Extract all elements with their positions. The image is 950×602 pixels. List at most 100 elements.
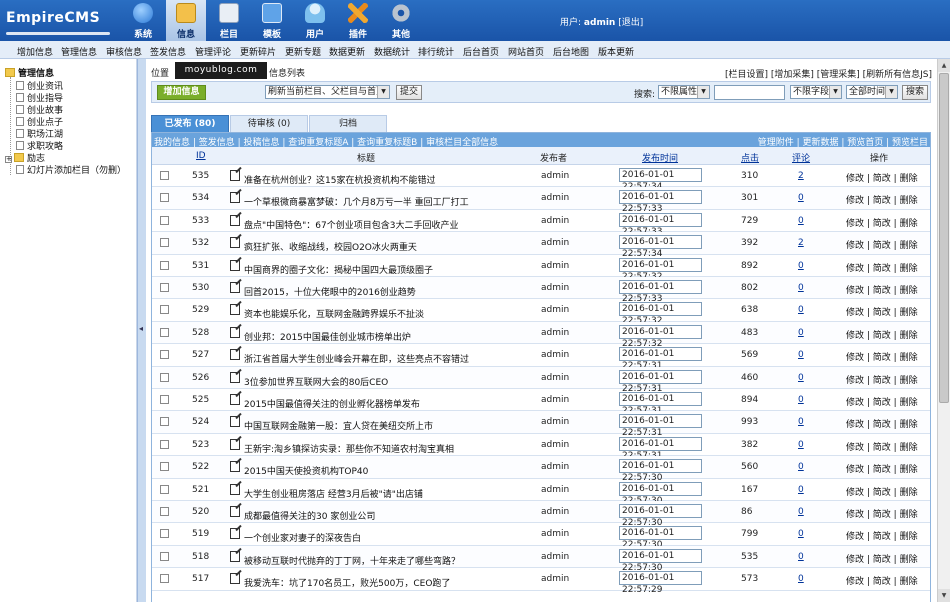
- row-quick-edit-link[interactable]: 简改: [873, 443, 891, 453]
- subnav-admin-map[interactable]: 后台地图: [553, 45, 589, 58]
- row-time-field[interactable]: 2016-01-01 22:57:32: [619, 302, 702, 326]
- submit-button[interactable]: 提交: [396, 85, 422, 100]
- row-title-link[interactable]: 盘点"中国特色"：67个创业项目包含3大二手回收产业: [244, 218, 458, 231]
- row-quick-edit-link[interactable]: 简改: [873, 219, 891, 229]
- search-input[interactable]: [714, 85, 785, 100]
- row-comments-link[interactable]: 0: [798, 395, 804, 405]
- tab-pending[interactable]: 待审核 (0): [230, 115, 308, 132]
- row-title-link[interactable]: 创业邦：2015中国最佳创业城市榜单出炉: [244, 330, 411, 343]
- row-title-link[interactable]: 被移动互联时代抛弃的丁丁网，十年来走了哪些弯路？: [244, 554, 460, 567]
- row-title-link[interactable]: 中国商界的圈子文化：揭秘中国四大最顶级圈子: [244, 263, 433, 276]
- logout-link[interactable]: [退出]: [618, 18, 643, 28]
- row-checkbox[interactable]: [160, 193, 169, 203]
- title-edit-icon[interactable]: [230, 550, 240, 562]
- row-time-field[interactable]: 2016-01-01 22:57:30: [619, 459, 702, 483]
- row-title-link[interactable]: 一个草根微商暴富梦破：几个月8万亏一半 重回工厂打工: [244, 195, 469, 208]
- row-delete-link[interactable]: 删除: [900, 331, 918, 341]
- row-comments-link[interactable]: 0: [798, 328, 804, 338]
- scroll-down-icon[interactable]: ▼: [938, 589, 950, 602]
- row-edit-link[interactable]: 修改: [846, 376, 864, 386]
- title-edit-icon[interactable]: [230, 506, 240, 517]
- row-checkbox[interactable]: [160, 305, 169, 315]
- row-delete-link[interactable]: 删除: [900, 308, 918, 318]
- subnav-rank-stats[interactable]: 排行统计: [418, 45, 454, 58]
- row-checkbox[interactable]: [160, 350, 169, 360]
- row-checkbox[interactable]: [160, 574, 169, 584]
- title-edit-icon[interactable]: [230, 170, 240, 181]
- row-checkbox[interactable]: [160, 417, 169, 427]
- row-quick-edit-link[interactable]: 简改: [873, 353, 891, 363]
- title-edit-icon[interactable]: [230, 371, 240, 383]
- row-title-link[interactable]: 3位参加世界互联网大会的80后CEO: [244, 375, 388, 388]
- title-edit-icon[interactable]: [230, 237, 240, 249]
- row-comments-link[interactable]: 0: [798, 373, 804, 383]
- row-edit-link[interactable]: 修改: [846, 219, 864, 229]
- row-edit-link[interactable]: 修改: [846, 308, 864, 318]
- subnav-sign-info[interactable]: 签发信息: [150, 45, 186, 58]
- row-title-link[interactable]: 2015中国最值得关注的创业孵化器榜单发布: [244, 397, 420, 410]
- tree-root[interactable]: 管理信息: [5, 66, 54, 79]
- row-title-link[interactable]: 王新宇:淘乡镇探访实录：那些你不知道农村淘宝真相: [244, 442, 454, 455]
- row-time-field[interactable]: 2016-01-01 22:57:33: [619, 190, 702, 214]
- row-time-field[interactable]: 2016-01-01 22:57:32: [619, 324, 702, 349]
- row-edit-link[interactable]: 修改: [846, 331, 864, 341]
- row-comments-link[interactable]: 0: [798, 350, 804, 360]
- row-title-link[interactable]: 资本也能娱乐化，互联网金融跨界娱乐不扯淡: [244, 307, 424, 320]
- row-time-field[interactable]: 2016-01-01 22:57:34: [619, 235, 702, 259]
- row-title-link[interactable]: 大学生创业租房落店 经营3月后被"请"出店铺: [244, 487, 423, 500]
- row-comments-link[interactable]: 0: [798, 417, 804, 427]
- title-edit-icon[interactable]: [230, 438, 240, 450]
- time-select[interactable]: 全部时间: [846, 85, 898, 99]
- col-time[interactable]: 发布时间: [642, 151, 678, 164]
- row-delete-link[interactable]: 删除: [900, 555, 918, 565]
- row-title-link[interactable]: 成都最值得关注的30 家创业公司: [244, 509, 375, 522]
- row-checkbox[interactable]: [160, 215, 169, 225]
- title-edit-icon[interactable]: [230, 349, 240, 361]
- row-quick-edit-link[interactable]: 简改: [873, 510, 891, 520]
- nav-user[interactable]: 用户: [295, 0, 335, 41]
- row-edit-link[interactable]: 修改: [846, 465, 864, 475]
- nav-template[interactable]: 模板: [252, 0, 292, 41]
- row-comments-link[interactable]: 0: [798, 529, 804, 539]
- row-quick-edit-link[interactable]: 简改: [873, 241, 891, 251]
- row-title-link[interactable]: 一个创业家对妻子的深夜告白: [244, 531, 361, 544]
- subnav-manage-comments[interactable]: 管理评论: [195, 45, 231, 58]
- row-delete-link[interactable]: 删除: [900, 488, 918, 498]
- row-delete-link[interactable]: 删除: [900, 376, 918, 386]
- row-checkbox[interactable]: [160, 529, 169, 539]
- row-quick-edit-link[interactable]: 简改: [873, 555, 891, 565]
- row-checkbox[interactable]: [160, 439, 169, 449]
- scroll-thumb[interactable]: [939, 73, 949, 403]
- row-edit-link[interactable]: 修改: [846, 577, 864, 587]
- col-comments[interactable]: 评论: [792, 151, 810, 164]
- row-delete-link[interactable]: 删除: [900, 353, 918, 363]
- subnav-update-fragments[interactable]: 更新碎片: [240, 45, 276, 58]
- row-time-field[interactable]: 2016-01-01 22:57:30: [619, 481, 702, 506]
- row-delete-link[interactable]: 删除: [900, 420, 918, 430]
- title-edit-icon[interactable]: [230, 304, 240, 316]
- row-checkbox[interactable]: [160, 283, 169, 292]
- col-id[interactable]: ID: [196, 151, 206, 161]
- field-select[interactable]: 不限字段: [790, 85, 842, 99]
- nav-column[interactable]: 栏目: [209, 0, 249, 41]
- row-comments-link[interactable]: 0: [798, 507, 804, 517]
- row-comments-link[interactable]: 0: [798, 305, 804, 315]
- row-delete-link[interactable]: 删除: [900, 286, 918, 296]
- row-delete-link[interactable]: 删除: [900, 443, 918, 453]
- row-quick-edit-link[interactable]: 简改: [873, 465, 891, 475]
- row-edit-link[interactable]: 修改: [846, 264, 864, 274]
- title-edit-icon[interactable]: [230, 326, 240, 338]
- row-checkbox[interactable]: [160, 238, 169, 248]
- row-edit-link[interactable]: 修改: [846, 241, 864, 251]
- row-delete-link[interactable]: 删除: [900, 577, 918, 587]
- subnav-data-update[interactable]: 数据更新: [329, 45, 365, 58]
- row-time-field[interactable]: 2016-01-01 22:57:31: [619, 392, 702, 416]
- row-comments-link[interactable]: 0: [798, 574, 804, 584]
- row-time-field[interactable]: 2016-01-01 22:57:34: [619, 168, 702, 192]
- row-edit-link[interactable]: 修改: [846, 286, 864, 296]
- row-quick-edit-link[interactable]: 简改: [873, 420, 891, 430]
- subnav-manage-info[interactable]: 管理信息: [61, 45, 97, 58]
- row-checkbox[interactable]: [160, 551, 169, 561]
- vertical-scrollbar[interactable]: ▲ ▼: [937, 59, 950, 602]
- row-time-field[interactable]: 2016-01-01 22:57:31: [619, 414, 702, 438]
